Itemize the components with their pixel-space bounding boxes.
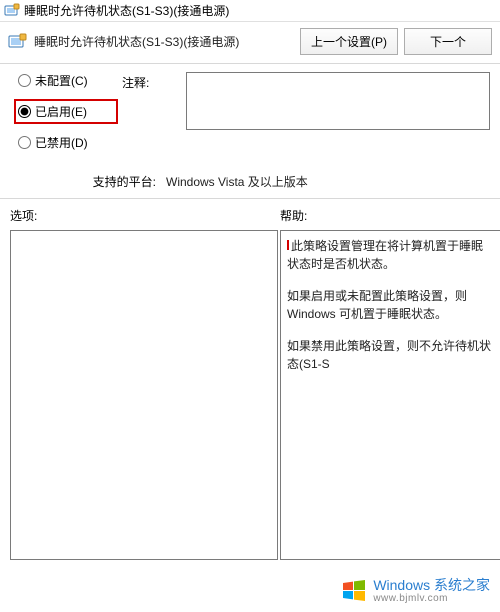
platform-row: 支持的平台: Windows Vista 及以上版本: [0, 165, 500, 194]
help-text-2b: 机置于睡眠状态。: [351, 307, 447, 321]
prev-setting-button[interactable]: 上一个设置(P): [300, 28, 398, 55]
next-setting-button[interactable]: 下一个: [404, 28, 492, 55]
comment-textarea[interactable]: [186, 72, 490, 130]
watermark-primary: Windows 系统之家: [373, 578, 490, 593]
header-row: 睡眠时允许待机状态(S1-S3)(接通电源) 上一个设置(P) 下一个: [0, 22, 500, 59]
radio-disabled-label[interactable]: 已禁用(D): [35, 134, 88, 151]
help-text-3: 如果禁用此策略设置，则不允许待机状态(S1-S: [287, 337, 494, 373]
help-label: 帮助:: [280, 207, 500, 230]
divider-2: [0, 198, 500, 199]
setting-icon: [8, 32, 28, 52]
platform-label: 支持的平台:: [18, 173, 162, 190]
options-box[interactable]: [10, 230, 278, 560]
radio-not-configured-label[interactable]: 未配置(C): [35, 72, 88, 89]
radio-not-configured[interactable]: 未配置(C): [18, 72, 118, 89]
radio-enabled-input[interactable]: [18, 105, 31, 118]
watermark-secondary: www.bjmlv.com: [373, 593, 490, 604]
title-bar-text: 睡眠时允许待机状态(S1-S3)(接通电源): [24, 2, 229, 19]
nav-buttons: 上一个设置(P) 下一个: [300, 28, 492, 55]
radio-group: 未配置(C) 已启用(E) 已禁用(D): [18, 72, 118, 151]
lower-panels: 选项: 帮助: 此策略设置管理在将计算机置于睡眠状态时是否机状态。 如果启用或未…: [0, 201, 500, 560]
watermark: Windows 系统之家 www.bjmlv.com: [337, 576, 494, 606]
watermark-text: Windows 系统之家 www.bjmlv.com: [373, 578, 490, 604]
radio-disabled-input[interactable]: [18, 136, 31, 149]
comment-label: 注释:: [122, 72, 182, 91]
radio-not-configured-input[interactable]: [18, 74, 31, 87]
radio-enabled-label[interactable]: 已启用(E): [35, 103, 87, 120]
title-bar: 睡眠时允许待机状态(S1-S3)(接通电源): [0, 0, 500, 22]
help-text-1b: 机状态。: [347, 257, 395, 271]
header-title: 睡眠时允许待机状态(S1-S3)(接通电源): [34, 33, 294, 50]
options-label: 选项:: [10, 207, 280, 230]
help-box[interactable]: 此策略设置管理在将计算机置于睡眠状态时是否机状态。 如果启用或未配置此策略设置，…: [280, 230, 500, 560]
radio-enabled[interactable]: 已启用(E): [14, 99, 118, 124]
radio-disabled[interactable]: 已禁用(D): [18, 134, 118, 151]
divider: [0, 63, 500, 64]
platform-value: Windows Vista 及以上版本: [166, 173, 490, 190]
config-area: 未配置(C) 已启用(E) 已禁用(D) 注释:: [0, 66, 500, 165]
windows-logo-icon: [341, 578, 367, 604]
app-icon: [4, 3, 20, 19]
